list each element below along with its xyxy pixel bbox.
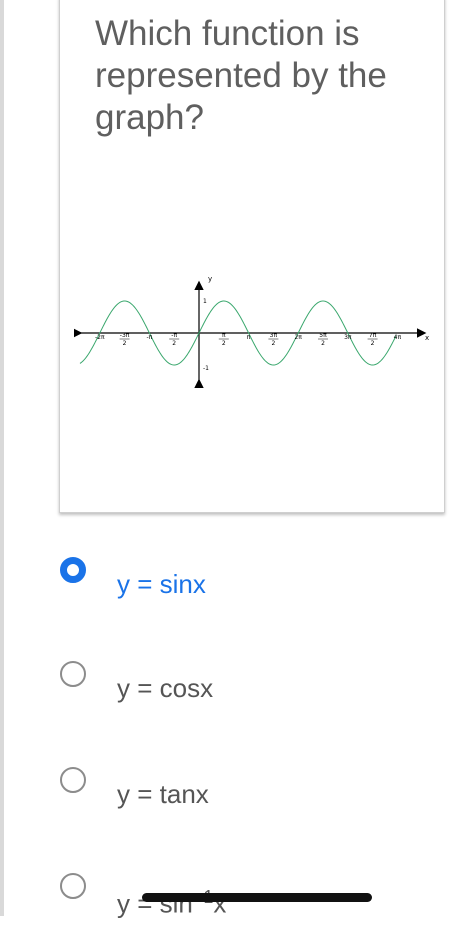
x-tick-label: 5π (319, 332, 327, 339)
x-tick-denominator: 2 (371, 340, 375, 347)
y-tick-minus-1: -1 (203, 365, 209, 372)
x-tick-denominator: 2 (123, 340, 127, 347)
x-tick-label: 3π (344, 334, 352, 341)
option-1-label: y = sinx (117, 569, 206, 599)
x-tick-denominator: 2 (172, 340, 176, 347)
option-4[interactable]: y = sin−1x (58, 873, 448, 943)
x-tick-label: 2π (294, 334, 302, 341)
home-indicator[interactable] (142, 893, 372, 902)
x-tick-label: -π (171, 332, 177, 339)
x-tick-label: π (222, 332, 226, 339)
x-tick-denominator: 2 (321, 340, 325, 347)
x-tick-denominator: 2 (271, 340, 275, 347)
y-tick-1: 1 (203, 298, 207, 305)
x-tick-label: π (247, 334, 251, 341)
radio-button[interactable] (60, 661, 86, 687)
sine-graph: y x 1 -1 -2π -3π2-π -π2π2π 3π22π 5π23π 7π24π (74, 275, 429, 389)
option-1[interactable]: y = sinx (58, 557, 448, 627)
question-card: Which function is represented by the gra… (59, 0, 445, 513)
x-tick-label: -π (147, 334, 153, 341)
radio-button-selected[interactable] (60, 557, 86, 583)
x-tick-denominator: 2 (222, 340, 226, 347)
x-axis-label: x (425, 334, 429, 342)
option-2[interactable]: y = cosx (58, 661, 448, 731)
x-tick-label: 7π (369, 332, 377, 339)
question-text: Which function is represented by the gra… (95, 14, 387, 137)
x-tick-label: 3π (270, 332, 278, 339)
x-tick-label: -2π (95, 334, 105, 341)
x-tick-label: 4π (394, 334, 402, 341)
left-edge-strip (0, 0, 4, 916)
radio-button[interactable] (60, 873, 86, 899)
option-4-label: y = sin−1x (117, 887, 226, 920)
x-tick-labels: -2π -3π2-π -π2π2π 3π22π 5π23π 7π24π (95, 332, 402, 347)
x-tick-label: -3π (120, 332, 130, 339)
y-axis-label: y (208, 275, 212, 283)
radio-button[interactable] (60, 767, 86, 793)
option-3[interactable]: y = tanx (58, 767, 448, 837)
option-2-label: y = cosx (117, 673, 214, 703)
option-3-label: y = tanx (117, 779, 209, 809)
